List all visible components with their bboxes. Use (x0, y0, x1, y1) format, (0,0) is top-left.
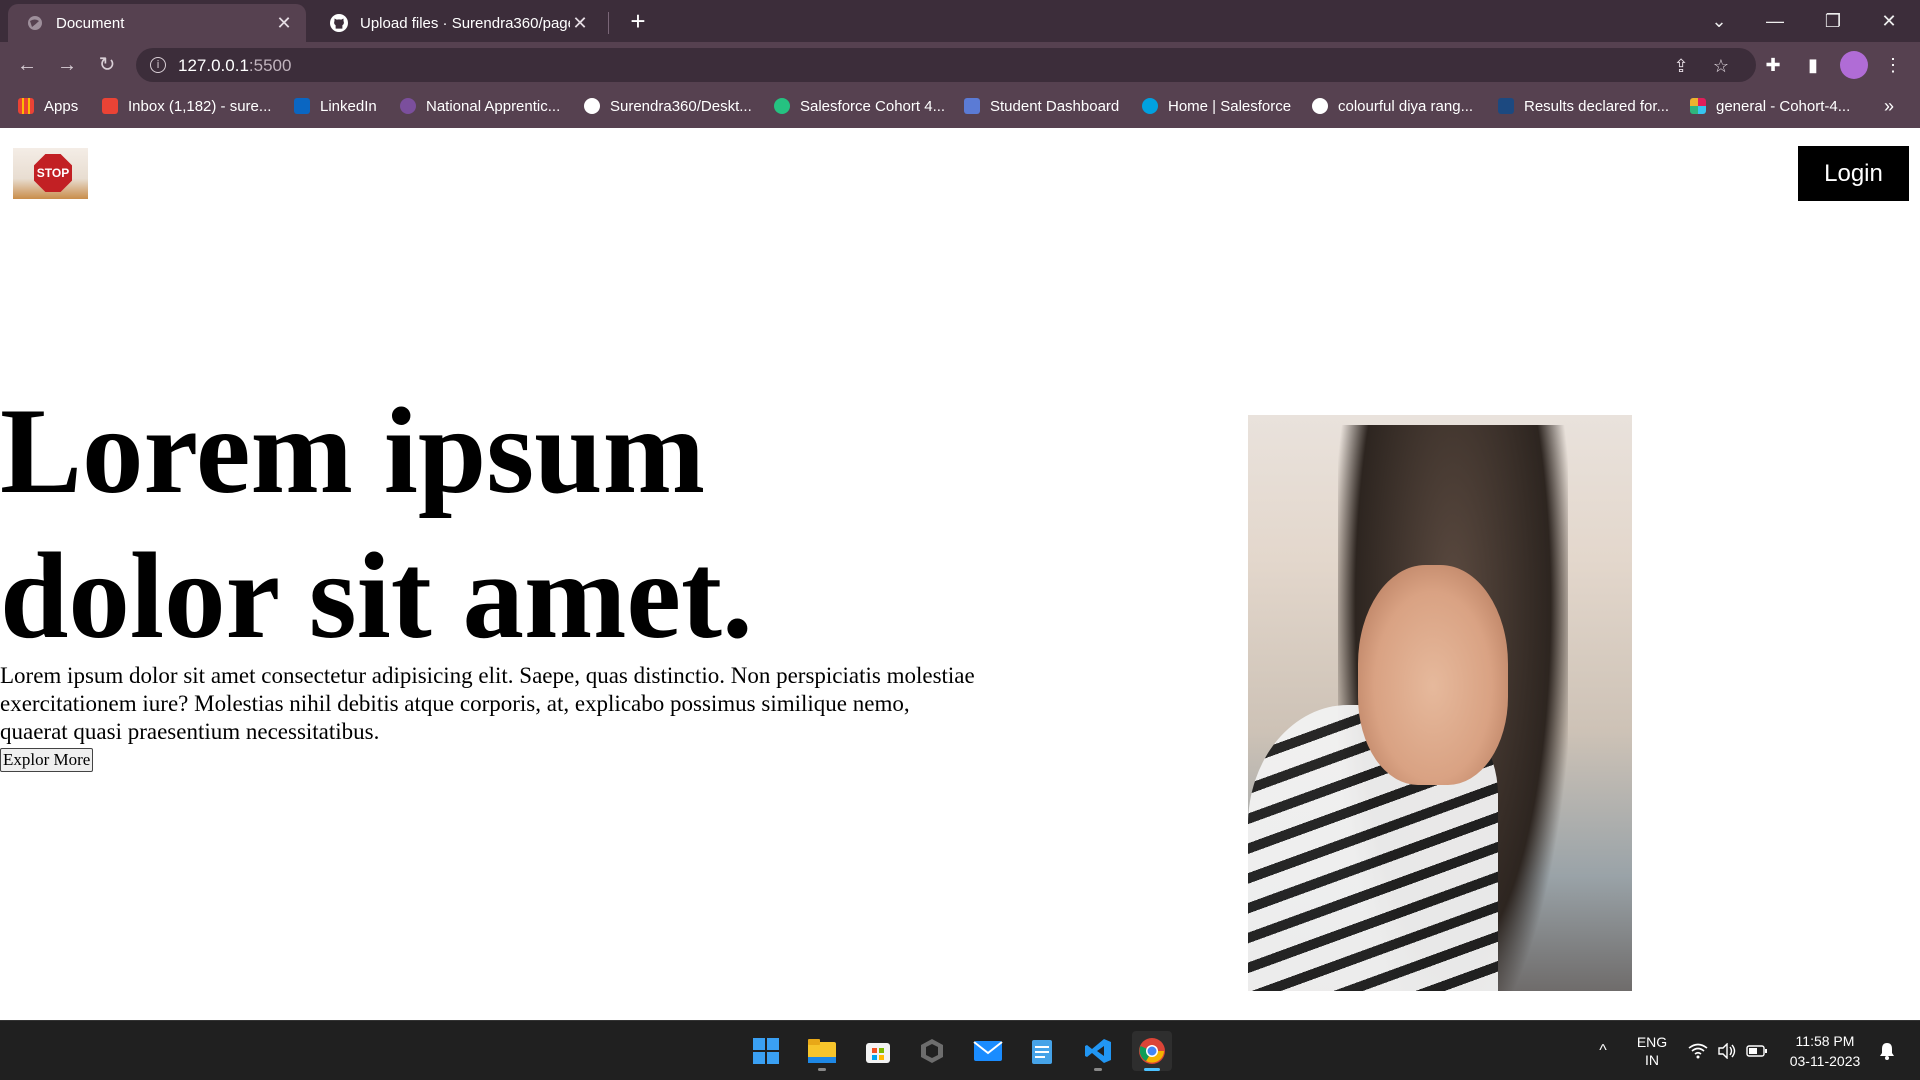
bookmark-label: Surendra360/Deskt... (610, 97, 752, 115)
restore-icon[interactable]: ❐ (1810, 6, 1856, 36)
site-info-icon[interactable]: i (150, 57, 166, 73)
bookmark-label: general - Cohort-4... (1716, 97, 1851, 115)
bookmark-colourful-diya[interactable]: colourful diya rang... (1312, 88, 1473, 124)
profile-avatar[interactable] (1840, 51, 1868, 79)
clock-time: 11:58 PM (1795, 1033, 1855, 1049)
wifi-icon[interactable] (1684, 1021, 1712, 1080)
web-page: STOP Login Lorem ipsum dolor sit amet. L… (0, 128, 1920, 1020)
running-indicator (1094, 1068, 1102, 1071)
vscode-icon[interactable] (1078, 1031, 1118, 1071)
globe-icon (26, 14, 44, 32)
tab-separator (608, 12, 609, 34)
share-icon[interactable]: ⇪ (1670, 55, 1692, 77)
bookmark-label: Inbox (1,182) - sure... (128, 97, 272, 115)
apprentice-icon (400, 98, 416, 114)
windows-taskbar: ^ ENG IN 11:58 PM 03-11-2023 (0, 1020, 1920, 1080)
bookmark-salesforce-cohort[interactable]: Salesforce Cohort 4... (774, 88, 945, 124)
hero-paragraph: Lorem ipsum dolor sit amet consectetur a… (0, 663, 975, 744)
browser-toolbar: ← → ↻ i 127.0.0.1:5500 ⇪ ☆ ✚ ▮ ⋮ (0, 42, 1920, 88)
close-tab-icon[interactable]: ✕ (570, 13, 590, 33)
bookmark-home-salesforce[interactable]: Home | Salesforce (1142, 88, 1291, 124)
bookmarks-overflow-icon[interactable]: » (1884, 96, 1894, 117)
github-icon (584, 98, 600, 114)
url-port: :5500 (248, 56, 292, 75)
bookmark-star-icon[interactable]: ☆ (1710, 55, 1732, 77)
bookmark-results-declared[interactable]: Results declared for... (1498, 88, 1669, 124)
back-arrow-icon[interactable]: ← (12, 50, 42, 80)
language-indicator[interactable]: ENG IN (1628, 1021, 1676, 1080)
github-icon (330, 14, 348, 32)
slack-icon (1690, 98, 1706, 114)
hero-heading: Lorem ipsum dolor sit amet. (0, 382, 753, 664)
close-tab-icon[interactable]: ✕ (274, 13, 294, 33)
file-explorer-icon[interactable] (802, 1031, 842, 1071)
bookmark-gmail[interactable]: Inbox (1,182) - sure... (102, 88, 271, 124)
address-bar[interactable]: i 127.0.0.1:5500 ⇪ ☆ (136, 48, 1756, 82)
clock[interactable]: 11:58 PM 03-11-2023 (1780, 1021, 1870, 1080)
chrome-icon[interactable] (1132, 1031, 1172, 1071)
bookmark-apps[interactable]: Apps (18, 88, 78, 124)
stop-sign-logo: STOP (13, 148, 88, 199)
gmail-icon (102, 98, 118, 114)
tab-upload-files[interactable]: Upload files · Surendra360/page ✕ (312, 4, 602, 42)
bookmark-national-apprentice[interactable]: National Apprentic... (400, 88, 560, 124)
linkedin-icon (294, 98, 310, 114)
salesforce-icon (1142, 98, 1158, 114)
show-hidden-icons-chevron-icon[interactable]: ^ (1588, 1021, 1618, 1080)
tab-document[interactable]: Document ✕ (8, 4, 306, 42)
bookmark-linkedin[interactable]: LinkedIn (294, 88, 377, 124)
bookmark-label: LinkedIn (320, 97, 377, 115)
volume-icon[interactable] (1714, 1021, 1740, 1080)
bookmark-label: Home | Salesforce (1168, 97, 1292, 115)
side-panel-icon[interactable]: ▮ (1800, 52, 1826, 78)
battery-icon[interactable] (1742, 1021, 1772, 1080)
close-window-icon[interactable]: ✕ (1866, 6, 1912, 36)
logo-text: STOP (36, 166, 70, 180)
bookmark-slack-general[interactable]: general - Cohort-4... (1690, 88, 1850, 124)
notification-bell-icon[interactable] (1872, 1021, 1902, 1080)
bookmark-label: Apps (44, 97, 79, 115)
dashboard-icon (964, 98, 980, 114)
microsoft-store-icon[interactable] (858, 1031, 898, 1071)
notepad-icon[interactable] (1022, 1031, 1062, 1071)
app-hexagon-icon[interactable] (912, 1031, 952, 1071)
new-tab-plus-icon[interactable]: + (624, 8, 652, 36)
start-icon[interactable] (746, 1031, 786, 1071)
bookmarks-bar: Apps Inbox (1,182) - sure... LinkedIn Na… (0, 88, 1920, 128)
globe-icon (1312, 98, 1328, 114)
url-text[interactable]: 127.0.0.1:5500 (178, 56, 291, 76)
apps-grid-icon (18, 98, 34, 114)
tab-title: Upload files · Surendra360/page (360, 14, 570, 32)
tab-strip: Document ✕ Upload files · Surendra360/pa… (0, 0, 1920, 42)
bookmark-label: Student Dashboard (990, 97, 1120, 115)
forward-arrow-icon[interactable]: → (52, 50, 82, 80)
bookmark-label: colourful diya rang... (1338, 97, 1474, 115)
clock-date: 03-11-2023 (1789, 1053, 1861, 1069)
url-host: 127.0.0.1 (178, 56, 249, 75)
running-indicator (818, 1068, 826, 1071)
explore-more-label: Explor More (3, 750, 91, 769)
explore-more-button[interactable]: Explor More (0, 748, 94, 772)
language-code: ENG (1636, 1034, 1668, 1050)
reload-icon[interactable]: ↻ (92, 50, 122, 80)
running-indicator (1144, 1068, 1160, 1071)
bookmark-label: Salesforce Cohort 4... (800, 97, 946, 115)
region-code: IN (1645, 1052, 1659, 1068)
hero-image-stop-hand (1248, 415, 1632, 991)
bookmark-label: National Apprentic... (426, 97, 561, 115)
bookmark-student-dashboard[interactable]: Student Dashboard (964, 88, 1119, 124)
mail-icon[interactable] (968, 1031, 1008, 1071)
cohort-icon (774, 98, 790, 114)
login-button[interactable]: Login (1798, 146, 1909, 201)
extensions-puzzle-icon[interactable]: ✚ (1760, 52, 1786, 78)
tab-title: Document (56, 14, 125, 32)
more-menu-icon[interactable]: ⋮ (1880, 52, 1906, 78)
bookmark-label: Results declared for... (1524, 97, 1670, 115)
minimize-icon[interactable]: — (1752, 6, 1798, 36)
image-raised-hand (1358, 565, 1508, 785)
tab-search-chevron-icon[interactable]: ⌄ (1696, 6, 1742, 36)
unstop-icon (1498, 98, 1514, 114)
bookmark-github-desktop[interactable]: Surendra360/Deskt... (584, 88, 752, 124)
stop-sign-icon: STOP (34, 154, 72, 192)
